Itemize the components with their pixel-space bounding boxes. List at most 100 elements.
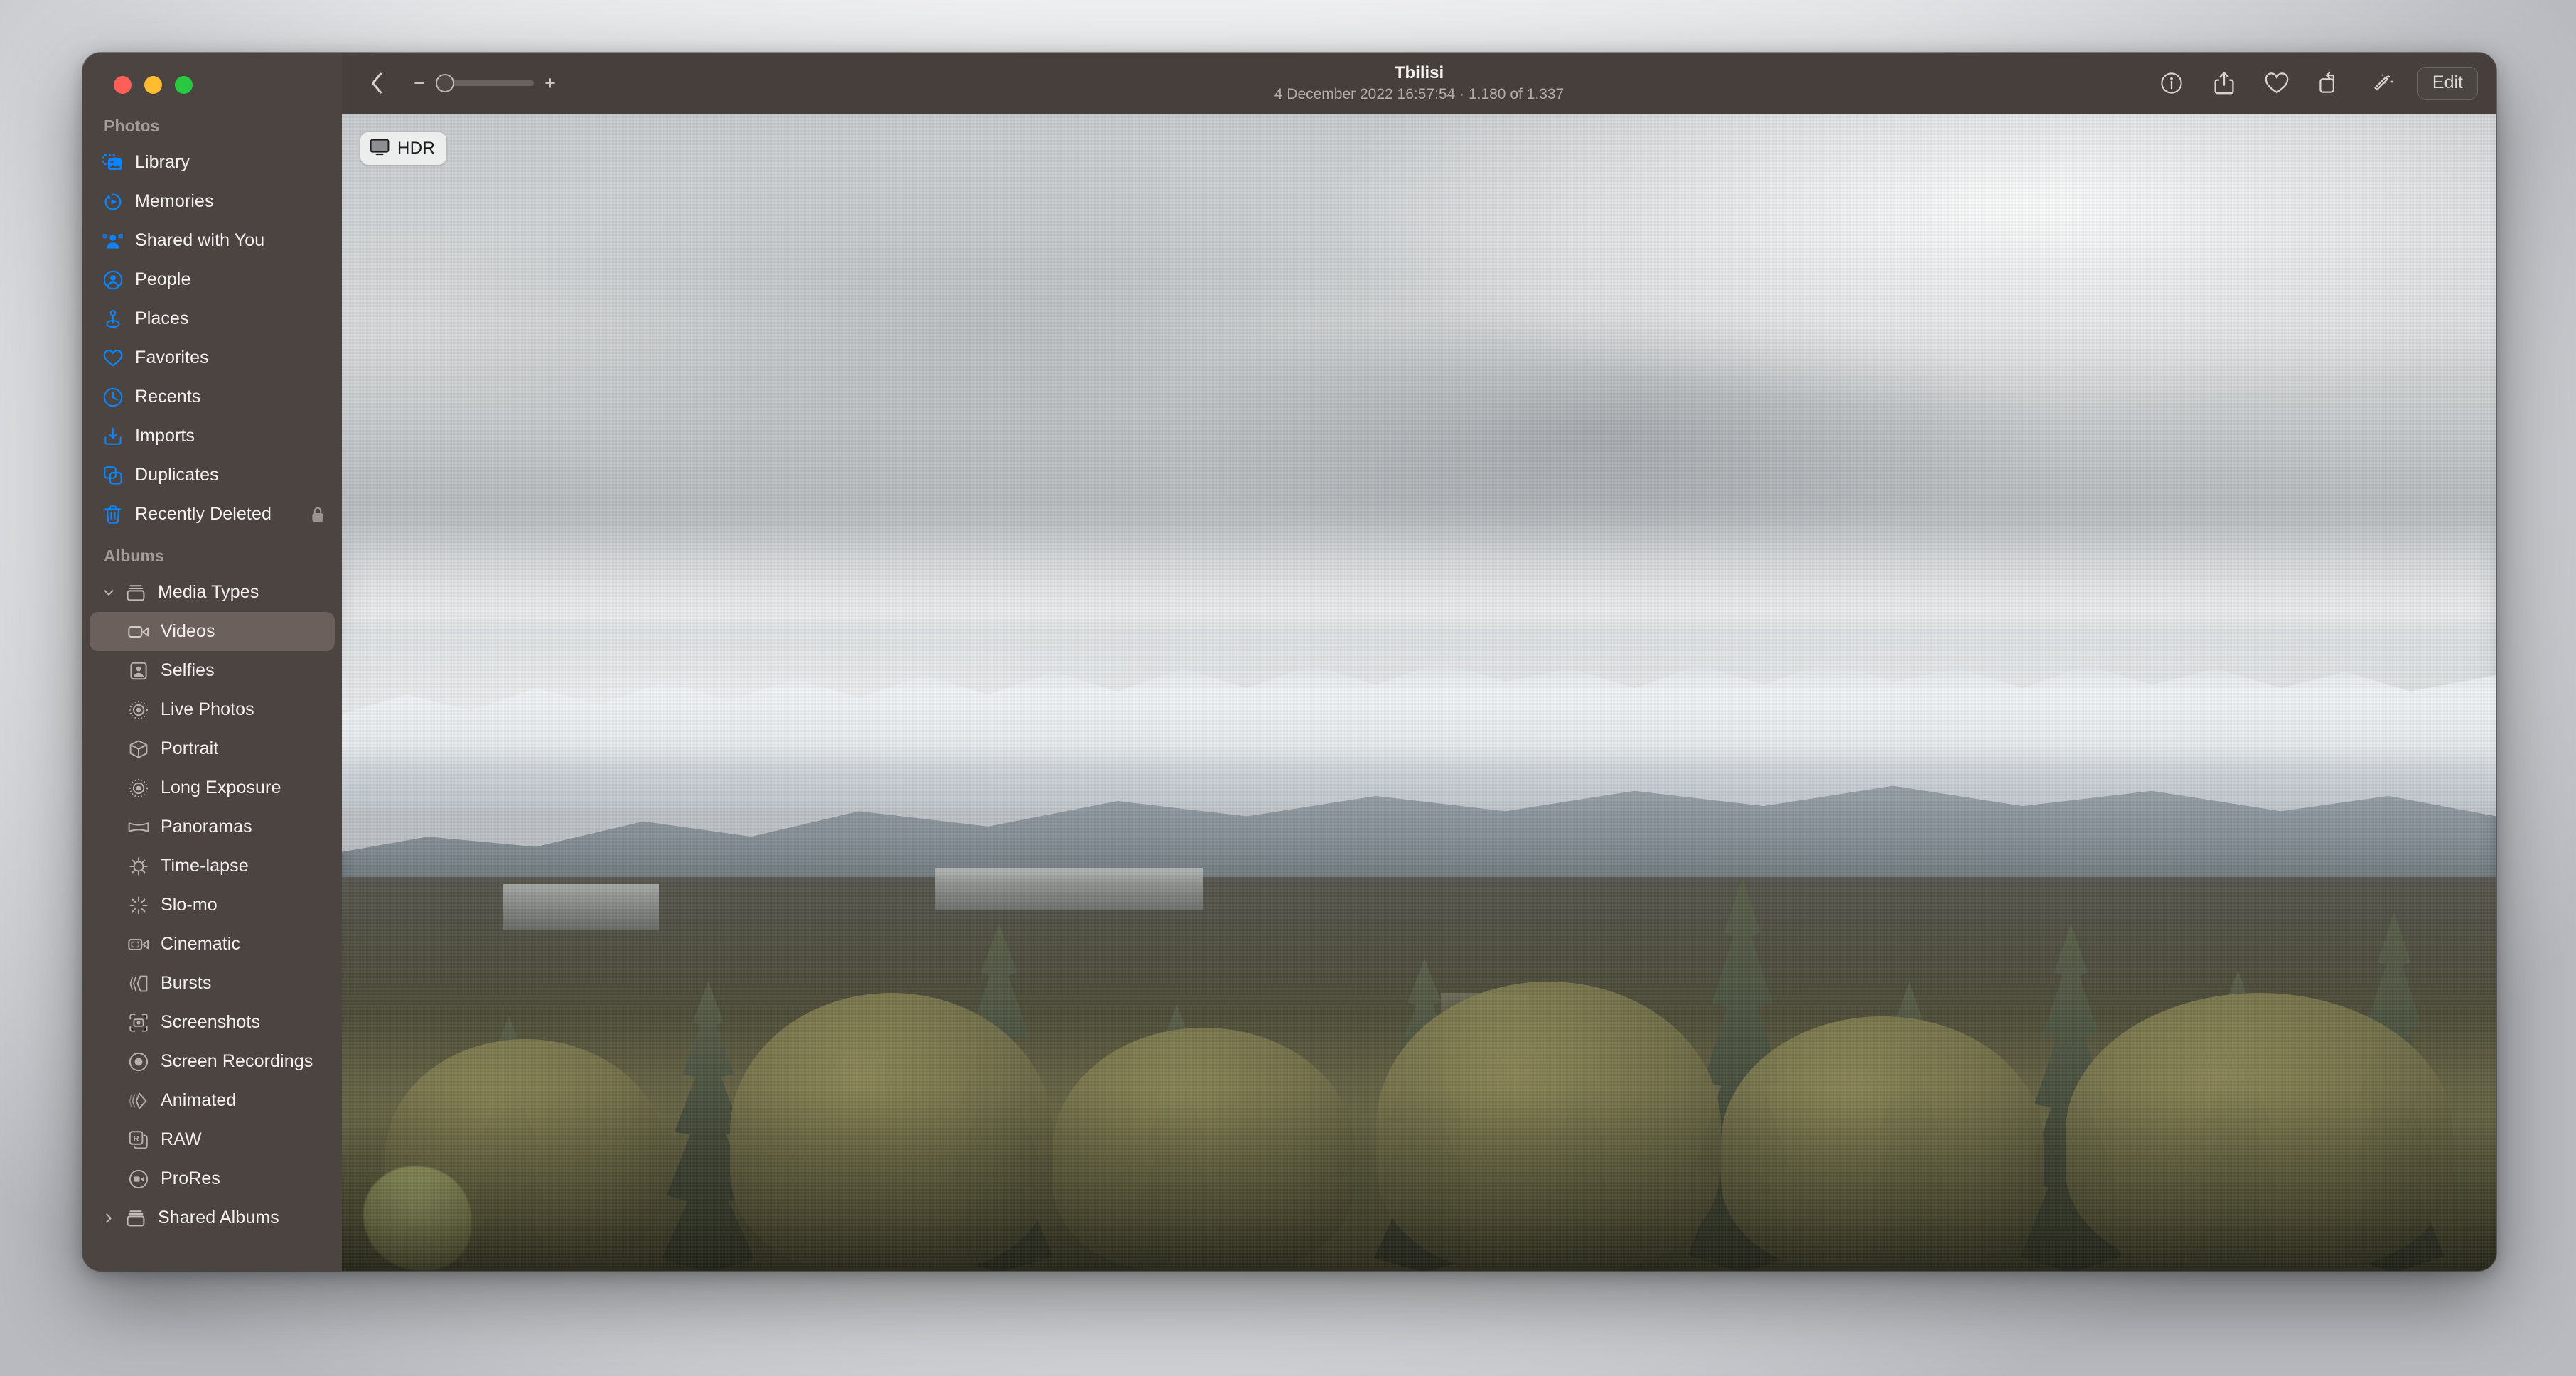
info-button[interactable] bbox=[2154, 66, 2189, 100]
sidebar-item-recently-deleted[interactable]: Recently Deleted bbox=[90, 495, 335, 534]
album-stack-icon bbox=[124, 582, 148, 603]
photo-viewer[interactable]: HDR bbox=[342, 114, 2496, 1271]
svg-text:R: R bbox=[134, 1134, 139, 1143]
sidebar-item-label: People bbox=[135, 269, 191, 289]
auto-enhance-button[interactable] bbox=[2365, 66, 2399, 100]
timelapse-icon bbox=[127, 856, 151, 877]
sidebar-item-duplicates[interactable]: Duplicates bbox=[90, 456, 335, 495]
sidebar-item-panoramas[interactable]: Panoramas bbox=[90, 807, 335, 846]
sidebar-item-bursts[interactable]: Bursts bbox=[90, 964, 335, 1003]
sidebar-item-slo-mo[interactable]: Slo-mo bbox=[90, 886, 335, 925]
sidebar-scroll-area[interactable]: Photos Library Memories Shared with You bbox=[82, 104, 342, 1271]
raw-icon: R bbox=[127, 1129, 151, 1151]
photos-window: Photos Library Memories Shared with You bbox=[82, 53, 2496, 1271]
sidebar-item-label: Imports bbox=[135, 426, 195, 446]
zoom-in-button[interactable]: + bbox=[544, 73, 557, 93]
long-exposure-icon bbox=[127, 778, 151, 799]
sidebar-item-label: Places bbox=[135, 308, 189, 328]
sidebar-item-label: Cinematic bbox=[161, 934, 241, 954]
sidebar-group-media-types[interactable]: Media Types bbox=[90, 573, 335, 612]
heart-icon bbox=[101, 348, 125, 369]
sidebar-item-memories[interactable]: Memories bbox=[90, 182, 335, 221]
places-pin-icon bbox=[101, 308, 125, 330]
sidebar-group-label: Media Types bbox=[158, 582, 259, 602]
lock-icon bbox=[311, 506, 325, 523]
sidebar-item-label: Recents bbox=[135, 387, 201, 407]
screen-recording-icon bbox=[127, 1051, 151, 1073]
zoom-slider-knob[interactable] bbox=[436, 74, 454, 92]
video-camera-icon bbox=[127, 621, 151, 643]
sidebar-item-prores[interactable]: ProRes bbox=[90, 1159, 335, 1198]
sidebar-group-shared-albums[interactable]: Shared Albums bbox=[90, 1198, 335, 1237]
duplicates-icon bbox=[101, 465, 125, 486]
slomo-icon bbox=[127, 895, 151, 916]
sidebar-item-shared-with-you[interactable]: Shared with You bbox=[90, 221, 335, 260]
main-content: − + Tbilisi 4 December 2022 16:57:54 · 1… bbox=[342, 53, 2496, 1271]
sidebar-item-recents[interactable]: Recents bbox=[90, 377, 335, 416]
page-title: Tbilisi bbox=[1394, 63, 1444, 83]
chevron-right-icon[interactable] bbox=[100, 1198, 118, 1237]
zoom-slider[interactable] bbox=[436, 74, 534, 92]
cinematic-icon bbox=[127, 934, 151, 955]
chevron-down-icon[interactable] bbox=[100, 573, 118, 612]
import-icon bbox=[101, 426, 125, 447]
sidebar-item-screen-recordings[interactable]: Screen Recordings bbox=[90, 1042, 335, 1081]
maximize-button[interactable] bbox=[175, 76, 193, 94]
shared-with-you-icon bbox=[101, 230, 125, 252]
sidebar-item-imports[interactable]: Imports bbox=[90, 416, 335, 456]
sidebar-item-label: Screenshots bbox=[161, 1012, 261, 1032]
sidebar-item-cinematic[interactable]: Cinematic bbox=[90, 925, 335, 964]
sidebar-item-label: Favorites bbox=[135, 348, 209, 367]
sidebar-item-places[interactable]: Places bbox=[90, 299, 335, 338]
window-controls bbox=[82, 53, 342, 104]
selfie-person-icon bbox=[127, 660, 151, 682]
toolbar-left-controls: − + bbox=[360, 66, 557, 100]
close-button[interactable] bbox=[114, 76, 132, 94]
sidebar-item-videos[interactable]: Videos bbox=[90, 612, 335, 651]
sidebar-item-long-exposure[interactable]: Long Exposure bbox=[90, 768, 335, 807]
share-button[interactable] bbox=[2207, 66, 2241, 100]
toolbar: − + Tbilisi 4 December 2022 16:57:54 · 1… bbox=[342, 53, 2496, 114]
prores-icon bbox=[127, 1168, 151, 1190]
clock-icon bbox=[101, 387, 125, 408]
sidebar-item-label: Long Exposure bbox=[161, 778, 281, 797]
sidebar-item-raw[interactable]: R RAW bbox=[90, 1120, 335, 1159]
hdr-badge: HDR bbox=[360, 132, 447, 165]
sidebar-item-portrait[interactable]: Portrait bbox=[90, 729, 335, 768]
sidebar-item-time-lapse[interactable]: Time-lapse bbox=[90, 846, 335, 886]
toolbar-actions: Edit bbox=[2154, 66, 2478, 100]
sidebar-item-label: Selfies bbox=[161, 660, 215, 680]
portrait-cube-icon bbox=[127, 738, 151, 760]
sidebar-item-library[interactable]: Library bbox=[90, 143, 335, 182]
zoom-out-button[interactable]: − bbox=[413, 73, 426, 93]
sidebar-item-label: Bursts bbox=[161, 973, 212, 993]
sidebar-item-label: Panoramas bbox=[161, 817, 252, 837]
edit-button[interactable]: Edit bbox=[2417, 66, 2478, 100]
rotate-button[interactable] bbox=[2312, 66, 2346, 100]
minimize-button[interactable] bbox=[144, 76, 162, 94]
photo-image[interactable]: HDR bbox=[342, 114, 2496, 1271]
sidebar-item-animated[interactable]: Animated bbox=[90, 1081, 335, 1120]
sidebar-item-screenshots[interactable]: Screenshots bbox=[90, 1003, 335, 1042]
sidebar-item-label: Live Photos bbox=[161, 699, 254, 719]
sidebar-item-label: ProRes bbox=[161, 1168, 220, 1188]
sidebar-item-label: Animated bbox=[161, 1090, 237, 1110]
sidebar-item-live-photos[interactable]: Live Photos bbox=[90, 690, 335, 729]
sidebar-item-people[interactable]: People bbox=[90, 260, 335, 299]
sidebar-item-label: Videos bbox=[161, 621, 215, 641]
sidebar-item-label: Time-lapse bbox=[161, 856, 249, 876]
sidebar-item-label: Slo-mo bbox=[161, 895, 218, 915]
trash-icon bbox=[101, 504, 125, 525]
panorama-icon bbox=[127, 817, 151, 838]
sidebar-item-label: Duplicates bbox=[135, 465, 219, 485]
back-button[interactable] bbox=[360, 66, 395, 100]
photo-subtitle: 4 December 2022 16:57:54 · 1.180 of 1.33… bbox=[1274, 85, 1565, 102]
animated-icon bbox=[127, 1090, 151, 1112]
sidebar-item-selfies[interactable]: Selfies bbox=[90, 651, 335, 690]
favorite-button[interactable] bbox=[2260, 66, 2294, 100]
people-icon bbox=[101, 269, 125, 291]
sidebar-item-favorites[interactable]: Favorites bbox=[90, 338, 335, 377]
sidebar-section-albums: Albums bbox=[104, 547, 164, 565]
sidebar-section-photos: Photos bbox=[104, 117, 160, 135]
bursts-icon bbox=[127, 973, 151, 994]
